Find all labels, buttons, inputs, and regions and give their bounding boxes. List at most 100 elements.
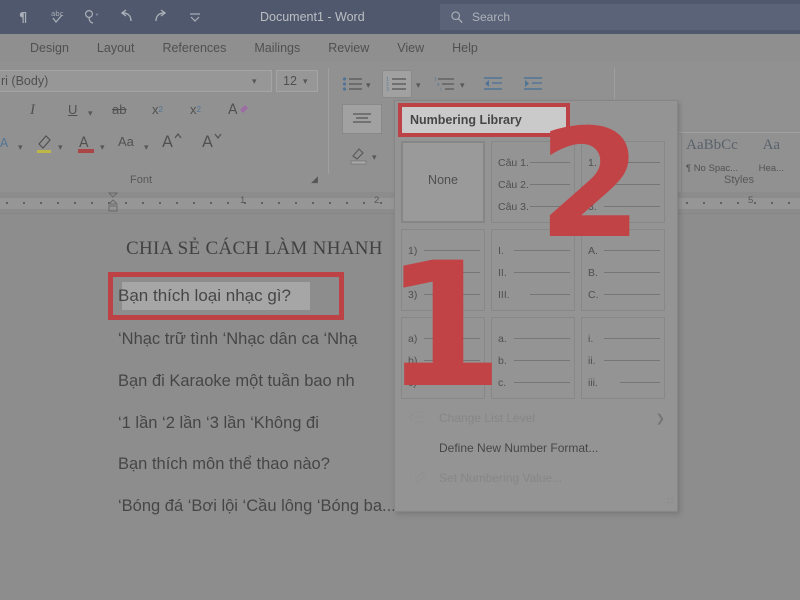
text-color-chevron-down-icon[interactable]: ▾ [18, 142, 23, 153]
resize-grip-icon[interactable]: ∷ [667, 496, 673, 507]
font-size-input[interactable]: 12 [276, 70, 318, 92]
numbering-button[interactable]: 1 2 3 [382, 70, 412, 98]
document-title: Document1 - Word [260, 10, 365, 24]
numbering-marker: i. [588, 333, 594, 345]
ruler-number: 2 [374, 195, 380, 206]
numbering-option-none[interactable]: None [401, 141, 485, 223]
show-formatting-marks-icon[interactable]: ¶ [8, 3, 42, 31]
font-group-label: Font [130, 174, 153, 186]
indent-markers-icon[interactable] [108, 192, 118, 214]
document-line[interactable]: ‘1 lần ‘2 lần ‘3 lần ‘Không đi [118, 414, 319, 433]
multilevel-chevron-down-icon[interactable]: ▾ [460, 80, 465, 91]
menu-item-set-numbering-value[interactable]: 1 2 3 Set Numbering Value... [397, 463, 677, 493]
tab-review[interactable]: Review [314, 36, 383, 60]
text-highlight-color-button[interactable] [34, 132, 56, 156]
ruler-tick [57, 202, 59, 204]
annotation-step-2: 2 [538, 98, 643, 272]
ruler-tick [74, 202, 76, 204]
menu-item-label: Set Numbering Value... [439, 471, 563, 485]
search-box[interactable]: Search [440, 4, 800, 30]
tab-help[interactable]: Help [438, 36, 492, 60]
ruler-tick [91, 202, 93, 204]
numbering-preview-line [620, 382, 660, 383]
tab-mailings[interactable]: Mailings [240, 36, 314, 60]
increase-indent-button[interactable] [520, 72, 546, 96]
ruler-tick [720, 202, 722, 204]
numbering-marker: C. [588, 289, 599, 301]
svg-text:1: 1 [409, 471, 411, 475]
ruler-tick [210, 202, 212, 204]
numbering-marker: Câu 2. [498, 179, 529, 191]
superscript-button[interactable]: x2 [190, 102, 201, 117]
title-bar: ¶ abc ˅ Document1 - Word Search [0, 0, 800, 34]
document-line[interactable]: ‘Nhạc trữ tình ‘Nhạc dân ca ‘Nhạ [118, 330, 357, 349]
word-window: ¶ abc ˅ Document1 - Word Search Design L… [0, 0, 800, 600]
svg-text:abc: abc [51, 10, 64, 18]
highlight-chevron-down-icon[interactable]: ▾ [58, 142, 63, 153]
numbering-preview-line [514, 382, 570, 383]
grow-font-button[interactable]: A [160, 130, 184, 152]
document-line[interactable]: Bạn đi Karaoke một tuần bao nh [118, 372, 355, 391]
numbering-preview-line [514, 360, 570, 361]
underline-button[interactable]: U [68, 102, 77, 117]
strikethrough-button[interactable]: ab [112, 102, 126, 117]
multilevel-list-button[interactable]: 1 a i [432, 72, 458, 96]
shrink-font-button[interactable]: A [200, 130, 224, 152]
align-center-button[interactable] [342, 104, 382, 134]
document-line[interactable]: ‘Bóng đá ‘Bơi lội ‘Cầu lông ‘Bóng ba... [118, 497, 396, 516]
ruler-tick [176, 202, 178, 204]
undo-icon[interactable] [110, 3, 144, 31]
font-size-chevron-down-icon[interactable]: ▾ [303, 76, 308, 87]
tab-view[interactable]: View [383, 36, 438, 60]
ruler-number: 1 [240, 195, 246, 206]
document-line[interactable]: Bạn thích môn thể thao nào? [118, 455, 330, 474]
search-placeholder: Search [472, 10, 511, 24]
svg-text:A: A [202, 132, 213, 151]
quick-access-toolbar: ¶ abc ˅ [0, 3, 212, 31]
numbering-library-header-label: Numbering Library [410, 113, 522, 127]
group-divider [328, 68, 329, 174]
bullets-button[interactable] [340, 72, 366, 96]
style-preview: AaBbCc [686, 137, 738, 153]
menu-item-define-new-number-format[interactable]: Define New Number Format... [397, 433, 677, 463]
underline-chevron-down-icon[interactable]: ▾ [88, 108, 93, 119]
numbering-marker: Câu 1. [498, 157, 529, 169]
ruler-tick [40, 202, 42, 204]
redo-icon[interactable] [144, 3, 178, 31]
font-name-chevron-down-icon[interactable]: ▾ [252, 76, 257, 87]
style-name: ¶ No Spac... [685, 163, 739, 174]
font-color-button[interactable]: A [76, 132, 98, 156]
ribbon-tab-bar: Design Layout References Mailings Review… [0, 34, 800, 62]
ruler-tick [6, 202, 8, 204]
font-name-input[interactable]: ri (Body) [0, 70, 272, 92]
ruler-tick [380, 202, 382, 204]
change-case-chevron-down-icon[interactable]: ▾ [144, 142, 149, 153]
customize-quick-access-toolbar-icon[interactable] [178, 3, 212, 31]
text-effects-button[interactable]: A [228, 100, 252, 118]
italic-button[interactable]: I [30, 102, 35, 119]
text-highlight-color-more-button[interactable]: A [0, 134, 16, 154]
tab-references[interactable]: References [148, 36, 240, 60]
annotation-rectangle-selected-text [108, 272, 344, 320]
ruler-tick [261, 202, 263, 204]
shading-button[interactable] [346, 144, 372, 168]
spelling-check-icon[interactable]: abc [42, 3, 76, 31]
svg-text:A: A [162, 132, 173, 151]
numbering-chevron-down-icon[interactable]: ▾ [416, 80, 421, 91]
svg-text:A: A [228, 102, 238, 118]
ruler-tick [703, 202, 705, 204]
numbering-option-roman-lower[interactable]: i. ii. iii. [581, 317, 665, 399]
shading-chevron-down-icon[interactable]: ▾ [372, 152, 377, 163]
font-dialog-launcher-icon[interactable]: ◢ [311, 174, 318, 185]
decrease-indent-button[interactable] [480, 72, 506, 96]
bullets-chevron-down-icon[interactable]: ▾ [366, 80, 371, 91]
touch-mouse-mode-icon[interactable]: ˅ [76, 3, 110, 31]
subscript-button[interactable]: x2 [152, 102, 163, 117]
ruler-tick [312, 202, 314, 204]
change-case-button[interactable]: Aa [118, 134, 134, 149]
ruler-tick [754, 202, 756, 204]
svg-text:A: A [0, 136, 9, 150]
tab-layout[interactable]: Layout [83, 36, 149, 60]
font-color-chevron-down-icon[interactable]: ▾ [100, 142, 105, 153]
tab-design[interactable]: Design [16, 36, 83, 60]
